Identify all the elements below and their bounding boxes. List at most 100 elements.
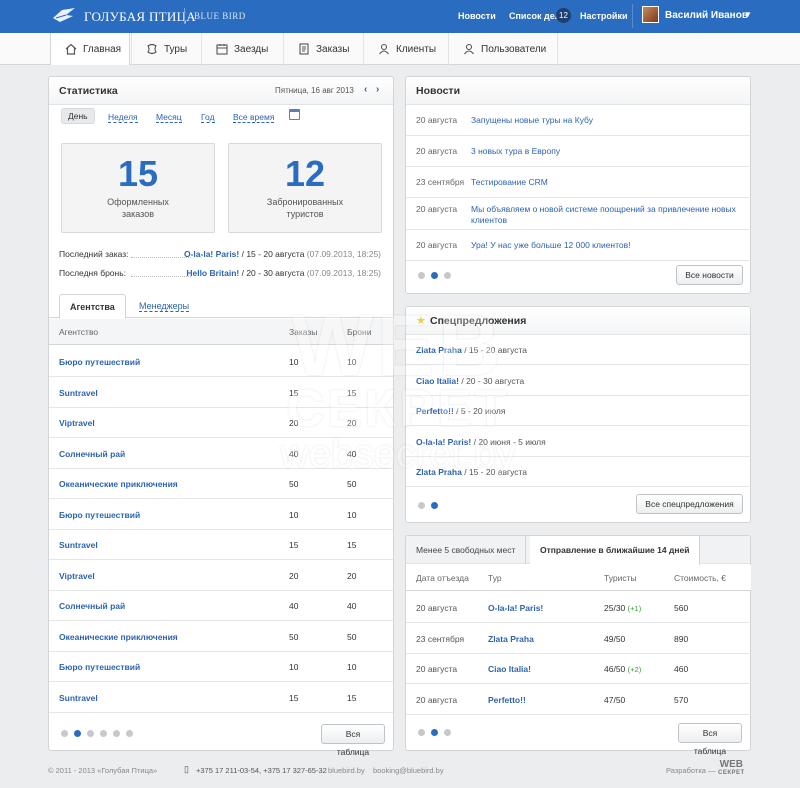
agency-name[interactable]: Бюро путешествий [59,357,140,367]
agency-name[interactable]: Viptravel [59,571,95,581]
col-bookings[interactable]: Брони [347,327,371,337]
page-dot[interactable] [444,729,451,736]
table-row[interactable]: 23 сентября Zlata Praha 49/50 890 [406,624,751,654]
table-row[interactable]: Солнечный рай 40 40 [49,590,393,621]
page-dot[interactable] [418,502,425,509]
agency-name[interactable]: Suntravel [59,693,98,703]
period-month[interactable]: Месяц [156,112,182,123]
news-link[interactable]: Мы объявляем о новой системе поощрений з… [471,204,741,226]
special-tour-link[interactable]: Zlata Praha [416,345,462,355]
user-name[interactable]: Василий Иванов [665,10,748,21]
col-orders[interactable]: Заказы [289,327,317,337]
table-row[interactable]: 20 августа Ciao Italia! 46/50 (+2) 460 [406,654,751,684]
all-specials-button[interactable]: Все спецпредложения [636,494,743,514]
agency-name[interactable]: Suntravel [59,540,98,550]
table-row[interactable]: Океанические приключения 50 50 [49,621,393,652]
page-dot[interactable] [100,730,107,737]
page-dot[interactable] [418,729,425,736]
table-row[interactable]: Suntravel 15 15 [49,682,393,713]
tab-agencies[interactable]: Агентства [59,294,126,319]
page-dot[interactable] [418,272,425,279]
special-tour-link[interactable]: O-la-la! Paris! [416,437,471,447]
period-week[interactable]: Неделя [108,112,138,123]
footer-site-link[interactable]: bluebird.by [328,766,365,775]
page-dot[interactable] [113,730,120,737]
period-day[interactable]: День [61,108,95,124]
bird-logo-icon[interactable] [52,6,76,24]
full-table-button[interactable]: Вся таблица [678,723,742,756]
agency-name[interactable]: Океанические приключения [59,632,178,642]
table-row[interactable]: 20 августа O-la-la! Paris! 25/30 (+1) 560 [406,593,751,623]
nav-item-tours[interactable]: Туры [131,33,201,65]
special-tour-link[interactable]: Zlata Praha [416,467,462,477]
page-dot-active[interactable] [431,729,438,736]
tab-managers[interactable]: Менеджеры [129,294,199,318]
agency-name[interactable]: Viptravel [59,418,95,428]
document-icon [298,43,310,55]
tab-departures-14-days[interactable]: Отправление в ближайшие 14 дней [530,536,701,565]
agency-name[interactable]: Солнечный рай [59,449,125,459]
news-link[interactable]: Ура! У нас уже больше 12 000 клиентов! [471,240,741,251]
table-row[interactable]: Солнечный рай 40 40 [49,438,393,469]
table-row[interactable]: Viptravel 20 20 [49,560,393,591]
nav-item-home[interactable]: Главная [50,33,130,65]
developer-logo[interactable]: WEB СЕКРЕТ [718,760,745,778]
col-tour[interactable]: Тур [488,573,502,583]
tab-few-seats[interactable]: Менее 5 свободных мест [406,536,527,564]
table-row[interactable]: 20 августа Perfetto!! 47/50 570 [406,685,751,715]
agency-name[interactable]: Солнечный рай [59,601,125,611]
page-dot[interactable] [61,730,68,737]
avatar[interactable] [642,6,659,23]
agency-name[interactable]: Suntravel [59,388,98,398]
page-dot[interactable] [444,272,451,279]
top-link-news[interactable]: Новости [458,11,496,21]
page-dot[interactable] [87,730,94,737]
departure-tour-link[interactable]: Perfetto!! [488,695,526,705]
chevron-right-icon[interactable]: › [376,84,379,95]
table-row[interactable]: Suntravel 15 15 [49,529,393,560]
table-row[interactable]: Viptravel 20 20 [49,407,393,438]
page-dot-active[interactable] [431,272,438,279]
agency-name[interactable]: Океанические приключения [59,479,178,489]
special-tour-link[interactable]: Perfetto!! [416,406,454,416]
last-order-tour[interactable]: O-la-la! Paris! [184,249,239,259]
page-dot[interactable] [126,730,133,737]
agency-name[interactable]: Бюро путешествий [59,510,140,520]
bookings-value: 20 [347,418,357,428]
period-year[interactable]: Год [201,112,215,123]
col-cost[interactable]: Стоимость, € [674,573,726,583]
nav-item-arrivals[interactable]: Заезды [201,33,283,65]
chevron-left-icon[interactable]: ‹ [364,84,367,95]
page-dot-active[interactable] [431,502,438,509]
page-dot-active[interactable] [74,730,81,737]
news-link[interactable]: 3 новых тура в Европу [471,146,741,157]
departure-tour-link[interactable]: Ciao Italia! [488,664,531,674]
users-icon [463,43,475,55]
departure-tour-link[interactable]: O-la-la! Paris! [488,603,543,613]
col-agency[interactable]: Агентство [59,327,98,337]
chevron-down-icon[interactable]: ▼ [744,10,752,19]
table-row[interactable]: Бюро путешествий 10 10 [49,499,393,530]
news-link[interactable]: Запущены новые туры на Кубу [471,115,741,126]
last-booking-tour[interactable]: Hello Britain! [186,268,239,278]
full-table-button[interactable]: Вся таблица [321,724,385,757]
agency-name[interactable]: Бюро путешествий [59,662,140,672]
top-link-todo[interactable]: Список дел [509,11,560,21]
table-row[interactable]: Океанические приключения 50 50 [49,468,393,499]
period-all[interactable]: Все время [233,112,275,123]
news-link[interactable]: Тестирование CRM [471,177,741,188]
departure-tour-link[interactable]: Zlata Praha [488,634,534,644]
table-row[interactable]: Бюро путешествий 10 10 [49,346,393,377]
all-news-button[interactable]: Все новости [676,265,743,285]
top-link-settings[interactable]: Настройки [580,11,627,21]
calendar-icon[interactable] [289,109,300,120]
table-row[interactable]: Бюро путешествий 10 10 [49,651,393,682]
nav-item-orders[interactable]: Заказы [283,33,363,65]
col-tourists[interactable]: Туристы [604,573,637,583]
footer-email-link[interactable]: booking@bluebird.by [373,766,444,775]
nav-item-users[interactable]: Пользователи [448,33,558,65]
nav-item-clients[interactable]: Клиенты [363,33,448,65]
table-row[interactable]: Suntravel 15 15 [49,377,393,408]
special-tour-link[interactable]: Ciao Italia! [416,376,459,386]
col-date[interactable]: Дата отъезда [416,573,469,583]
